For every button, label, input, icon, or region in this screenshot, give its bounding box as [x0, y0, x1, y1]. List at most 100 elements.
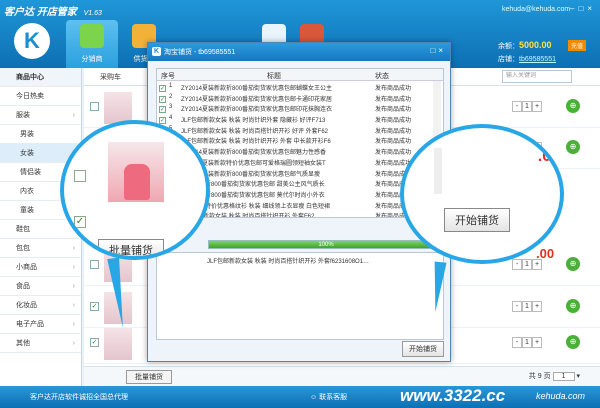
dress-model-image	[124, 164, 150, 200]
row-title: ZY2014夏装新款折800番茄街货家优惠包邮印花抹胸连衣	[181, 107, 333, 114]
chevron-down-icon[interactable]: ▾	[576, 373, 580, 380]
sidebar-item-label: 服装	[16, 112, 30, 119]
chat-icon: ☺	[310, 394, 318, 401]
sidebar-item-clothing[interactable]: 服装 ›	[0, 106, 81, 125]
sidebar-item-electronics[interactable]: 电子产品 ›	[0, 315, 81, 334]
product-thumbnail	[108, 142, 164, 202]
row-checkbox[interactable]	[90, 260, 99, 269]
app-logo-icon: K	[152, 47, 161, 56]
add-to-cart-icon[interactable]: ⊕	[566, 257, 580, 271]
close-icon[interactable]: ×	[438, 46, 446, 55]
quantity-stepper[interactable]: -1+	[512, 301, 542, 312]
log-panel: JLF包邮新款女装 秋装 时尚百搭针织开衫 外套f6231608O1…	[156, 252, 444, 340]
table-row[interactable]: ✓ 1 ZY2014夏装新款折800番茄街货家优惠包邮蝴蝶女王公主 发布商品成功	[157, 81, 443, 92]
add-to-cart-icon[interactable]: ⊕	[566, 140, 580, 154]
decrement-button[interactable]: -	[512, 301, 522, 312]
search-input[interactable]: 输入关键词	[502, 70, 572, 83]
row-title: JLF包邮新款女装 秋装 时尚百搭针织开衫 好评 外套F62	[181, 128, 329, 135]
decrement-button[interactable]: -	[512, 259, 522, 270]
decrement-button[interactable]: -	[512, 337, 522, 348]
table-header: 序号 标题 状态	[157, 69, 443, 81]
qty-value[interactable]: 1	[522, 101, 532, 112]
sidebar-header: 商品中心	[0, 68, 81, 87]
sidebar-item-label: 女装	[20, 150, 34, 157]
table-row[interactable]: ✓ 2 ZY2014夏装新款折800番茄街货家优惠包邮卡通印花家居 发布商品成功	[157, 92, 443, 103]
add-to-cart-icon[interactable]: ⊕	[566, 335, 580, 349]
row-title: ZY2014夏装新款折800番茄街货家优惠包邮魅力性感香	[181, 150, 327, 157]
app-brand: 客户达 开店管家 V1.63	[4, 3, 102, 18]
zoom-callout-bulk: ✓ 批量铺货	[60, 120, 210, 260]
sidebar-item-bags[interactable]: 包包 ›	[0, 239, 81, 258]
sidebar-item-label: 化妆品	[16, 302, 37, 309]
qty-value[interactable]: 1	[522, 259, 532, 270]
row-checkbox[interactable]	[74, 170, 86, 182]
close-icon[interactable]: ×	[587, 4, 596, 13]
chevron-right-icon: ›	[72, 283, 75, 290]
dialog-window-controls[interactable]: □×	[430, 46, 446, 55]
recharge-button[interactable]: 充值	[568, 40, 587, 51]
table-row[interactable]: ✓ 4 JLF包邮新款女装 秋装 时尚针织外套 隐藏衫 好评F713 发布商品成功	[157, 113, 443, 125]
store-label: 店铺：	[498, 56, 519, 63]
increment-button[interactable]: +	[532, 337, 542, 348]
start-distribute-button[interactable]: 开始铺货	[402, 341, 444, 357]
page-select[interactable]: 1	[552, 372, 575, 381]
balance-value: 5000.00	[519, 40, 552, 50]
column-header-number: 序号	[161, 73, 175, 80]
sidebar-item-small-goods[interactable]: 小商品 ›	[0, 258, 81, 277]
maximize-icon[interactable]: □	[578, 4, 587, 13]
sidebar-item-label: 男装	[20, 131, 34, 138]
row-title: ZY2014夏装新款折800番茄街货家优惠包邮气质显瘦	[181, 171, 321, 178]
tab-distributor[interactable]: 分销商	[66, 20, 118, 68]
chevron-right-icon: ›	[72, 321, 75, 328]
bulk-distribute-button[interactable]: 批量铺货	[126, 370, 172, 384]
chevron-right-icon: ›	[72, 245, 75, 252]
chevron-right-icon: ›	[72, 340, 75, 347]
chevron-right-icon: ›	[72, 302, 75, 309]
qty-value[interactable]: 1	[522, 301, 532, 312]
quantity-stepper[interactable]: -1+	[512, 337, 542, 348]
pager-prefix: 共	[528, 373, 536, 380]
quantity-stepper[interactable]: -1+	[512, 101, 542, 112]
table-row[interactable]: ✓ 3 ZY2014夏装新款折800番茄街货家优惠包邮印花抹胸连衣 发布商品成功	[157, 102, 443, 114]
product-thumbnail[interactable]	[104, 328, 132, 360]
sidebar-item-label: 鞋包	[16, 226, 30, 233]
pager-total: 9	[537, 373, 542, 380]
table-row[interactable]: ✓5JLF包邮新款女装 秋装 时尚百搭针织开衫 好评 外套F62发布商品成功	[157, 124, 443, 135]
qty-value[interactable]: 1	[522, 337, 532, 348]
sidebar-item-label: 今日热卖	[16, 93, 44, 100]
scrollbar-zoom	[434, 148, 442, 194]
sidebar-item-cosmetics[interactable]: 化妆品 ›	[0, 296, 81, 315]
sidebar-item-other[interactable]: 其他 ›	[0, 334, 81, 353]
row-checkbox[interactable]	[90, 102, 99, 111]
store-info: 店铺：tb69585551	[498, 54, 556, 64]
cart-dropdown[interactable]: 采购车	[100, 72, 121, 82]
row-checkbox[interactable]: ✓	[74, 216, 86, 228]
increment-button[interactable]: +	[532, 301, 542, 312]
chevron-right-icon: ›	[72, 264, 75, 271]
dialog-titlebar[interactable]: K 淘宝铺货 - tb69585551 □×	[148, 43, 450, 61]
chevron-right-icon: ›	[72, 112, 75, 119]
column-header-status: 状态	[375, 73, 389, 80]
row-number: 4	[169, 115, 173, 122]
contact-service-link[interactable]: ☺ 联系客服	[310, 392, 347, 402]
window-controls[interactable]: –□×	[570, 4, 596, 13]
row-checkbox[interactable]: ✓	[90, 338, 99, 347]
sidebar-item-hot[interactable]: 今日热卖	[0, 87, 81, 106]
pager-suffix: 页	[543, 373, 551, 380]
row-title: JLF包邮新款女装 秋装 时尚百搭针织开衫 外套F62	[181, 214, 315, 218]
sidebar-item-label: 小商品	[16, 264, 37, 271]
add-to-cart-icon[interactable]: ⊕	[566, 299, 580, 313]
decrement-button[interactable]: -	[512, 101, 522, 112]
add-to-cart-icon[interactable]: ⊕	[566, 99, 580, 113]
status-bar: 客户达开店软件诚招全国总代理 ☺ 联系客服 www.3322.cc kehuda…	[0, 386, 600, 408]
sidebar-item-men[interactable]: 男装	[0, 125, 81, 144]
site-name: kehuda.com	[536, 391, 586, 401]
increment-button[interactable]: +	[532, 101, 542, 112]
start-distribute-button-zoom[interactable]: 开始铺货	[444, 208, 510, 232]
app-title: 开店管家	[36, 7, 77, 18]
store-link[interactable]: tb69585551	[519, 56, 556, 63]
sidebar-item-food[interactable]: 食品 ›	[0, 277, 81, 296]
price-fragment-zoom: .00	[537, 148, 560, 165]
row-checkbox[interactable]: ✓	[90, 302, 99, 311]
table-row[interactable]: ✓6JLF包邮新款女装 秋装 时尚针织开衫 外套 中长款开衫F6发布商品成功	[157, 134, 443, 146]
